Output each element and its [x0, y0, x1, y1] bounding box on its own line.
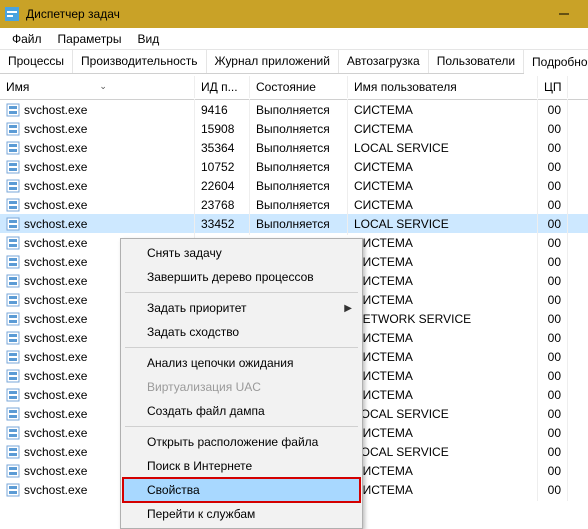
col-name[interactable]: Имя ⌄	[0, 76, 195, 98]
process-name: svchost.exe	[24, 312, 87, 326]
process-icon	[6, 426, 20, 440]
process-icon	[6, 141, 20, 155]
process-name: svchost.exe	[24, 483, 87, 497]
process-icon	[6, 331, 20, 345]
table-row[interactable]: svchost.exe33452ВыполняетсяLOCAL SERVICE…	[0, 214, 588, 233]
process-name: svchost.exe	[24, 255, 87, 269]
process-name: svchost.exe	[24, 293, 87, 307]
chevron-right-icon: ▶	[344, 303, 352, 314]
cell-user: СИСТЕМА	[348, 479, 538, 501]
table-row[interactable]: svchost.exe35364ВыполняетсяLOCAL SERVICE…	[0, 138, 588, 157]
process-icon	[6, 160, 20, 174]
tab-apphistory[interactable]: Журнал приложений	[207, 50, 339, 73]
process-name: svchost.exe	[24, 198, 87, 212]
table-row[interactable]: svchost.exe22604ВыполняетсяСИСТЕМА00	[0, 176, 588, 195]
process-name: svchost.exe	[24, 407, 87, 421]
cm-open-file-location[interactable]: Открыть расположение файла	[123, 430, 360, 454]
process-name: svchost.exe	[24, 388, 87, 402]
col-name-label: Имя	[6, 80, 29, 94]
cm-goto-services[interactable]: Перейти к службам	[123, 502, 360, 526]
cm-end-tree[interactable]: Завершить дерево процессов	[123, 265, 360, 289]
cm-uac-virtualization: Виртуализация UAC	[123, 375, 360, 399]
cm-separator	[125, 426, 358, 427]
cm-priority[interactable]: Задать приоритет ▶	[123, 296, 360, 320]
cell-pid: 33452	[195, 213, 250, 235]
titlebar: Диспетчер задач	[0, 0, 588, 28]
menu-options[interactable]: Параметры	[50, 30, 130, 48]
process-icon	[6, 217, 20, 231]
process-icon	[6, 179, 20, 193]
menu-file[interactable]: Файл	[4, 30, 50, 48]
process-icon	[6, 122, 20, 136]
cm-end-task[interactable]: Снять задачу	[123, 241, 360, 265]
process-icon	[6, 236, 20, 250]
tabstrip: Процессы Производительность Журнал прило…	[0, 50, 588, 74]
process-icon	[6, 312, 20, 326]
process-icon	[6, 198, 20, 212]
window-title: Диспетчер задач	[26, 7, 544, 21]
process-icon	[6, 483, 20, 497]
process-name: svchost.exe	[24, 274, 87, 288]
process-icon	[6, 388, 20, 402]
tab-users[interactable]: Пользователи	[429, 50, 524, 73]
process-icon	[6, 369, 20, 383]
process-name: svchost.exe	[24, 350, 87, 364]
table-row[interactable]: svchost.exe10752ВыполняетсяСИСТЕМА00	[0, 157, 588, 176]
cm-separator	[125, 292, 358, 293]
table-row[interactable]: svchost.exe9416ВыполняетсяСИСТЕМА00	[0, 100, 588, 119]
process-icon	[6, 255, 20, 269]
process-name: svchost.exe	[24, 426, 87, 440]
process-icon	[6, 274, 20, 288]
process-name: svchost.exe	[24, 103, 87, 117]
cm-separator	[125, 347, 358, 348]
cm-properties[interactable]: Свойства	[123, 478, 360, 502]
col-user[interactable]: Имя пользователя	[348, 76, 538, 98]
process-name: svchost.exe	[24, 464, 87, 478]
process-name: svchost.exe	[24, 160, 87, 174]
table-row[interactable]: svchost.exe15908ВыполняетсяСИСТЕМА00	[0, 119, 588, 138]
tab-performance[interactable]: Производительность	[73, 50, 206, 73]
process-icon	[6, 464, 20, 478]
process-name: svchost.exe	[24, 331, 87, 345]
process-icon	[6, 407, 20, 421]
process-name: svchost.exe	[24, 236, 87, 250]
cell-cpu: 00	[538, 479, 568, 501]
taskmgr-icon	[4, 6, 20, 22]
process-name: svchost.exe	[24, 369, 87, 383]
minimize-button[interactable]	[544, 0, 584, 28]
process-name: svchost.exe	[24, 217, 87, 231]
tab-details[interactable]: Подробности	[524, 51, 588, 74]
process-name: svchost.exe	[24, 179, 87, 193]
process-icon	[6, 293, 20, 307]
cm-create-dump[interactable]: Создать файл дампа	[123, 399, 360, 423]
col-pid[interactable]: ИД п...	[195, 76, 250, 98]
menubar: Файл Параметры Вид	[0, 28, 588, 50]
cm-affinity[interactable]: Задать сходство	[123, 320, 360, 344]
process-name: svchost.exe	[24, 141, 87, 155]
col-cpu[interactable]: ЦП	[538, 76, 568, 98]
cell-state: Выполняется	[250, 213, 348, 235]
process-name: svchost.exe	[24, 445, 87, 459]
process-name: svchost.exe	[24, 122, 87, 136]
process-icon	[6, 103, 20, 117]
process-icon	[6, 350, 20, 364]
context-menu: Снять задачу Завершить дерево процессов …	[120, 238, 363, 529]
column-headers: Имя⌄ ИД п... Состояние Имя пользователя …	[0, 74, 588, 100]
tab-processes[interactable]: Процессы	[0, 50, 73, 73]
sort-indicator-icon: ⌄	[99, 81, 107, 92]
cm-search-online[interactable]: Поиск в Интернете	[123, 454, 360, 478]
cm-analyze-wait[interactable]: Анализ цепочки ожидания	[123, 351, 360, 375]
table-row[interactable]: svchost.exe23768ВыполняетсяСИСТЕМА00	[0, 195, 588, 214]
col-state[interactable]: Состояние	[250, 76, 348, 98]
process-icon	[6, 445, 20, 459]
menu-view[interactable]: Вид	[129, 30, 167, 48]
cm-priority-label: Задать приоритет	[147, 301, 246, 315]
tab-startup[interactable]: Автозагрузка	[339, 50, 429, 73]
